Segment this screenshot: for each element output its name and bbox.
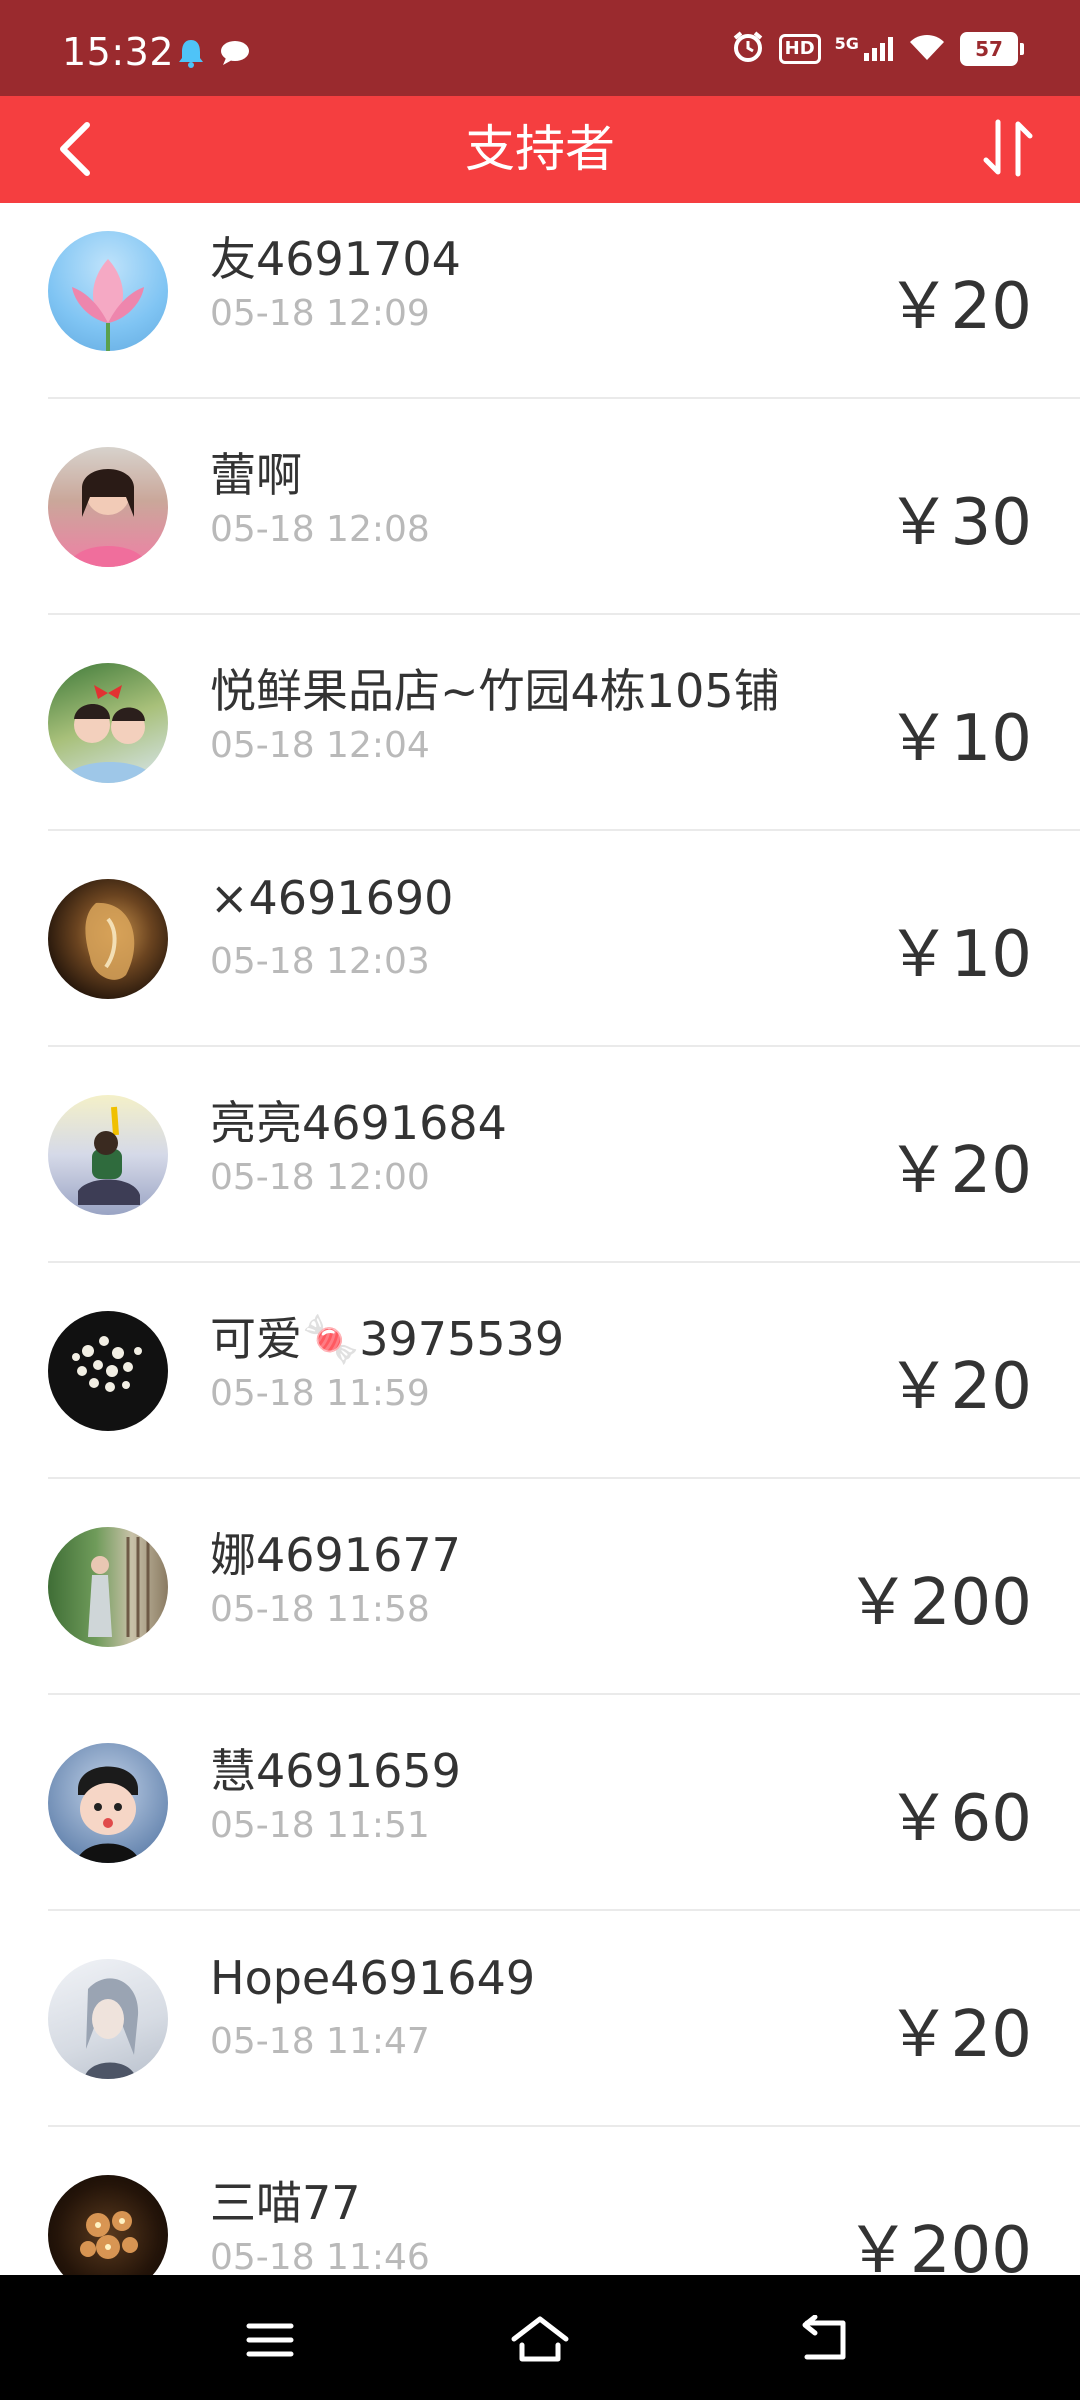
status-right-icons: HD 5G 57	[731, 30, 1024, 68]
notification-bell-icon	[178, 38, 204, 72]
supporter-row[interactable]: 友4691704 05-18 12:09 ￥20	[0, 203, 1080, 399]
supporter-amount: ￥20	[886, 1134, 1032, 1208]
signal-icon: 5G	[834, 34, 894, 63]
supporter-name: 慧4691659	[210, 1744, 461, 1798]
avatar	[48, 447, 168, 567]
supporter-amount: ￥20	[886, 1350, 1032, 1424]
supporter-list[interactable]: 友4691704 05-18 12:09 ￥20 蕾啊 05-18 12:08 …	[0, 203, 1080, 2275]
supporter-row[interactable]: Hope4691649 05-18 11:47 ￥20	[0, 1911, 1080, 2127]
supporter-time: 05-18 12:04	[210, 725, 430, 766]
back-icon	[802, 2315, 846, 2360]
avatar	[48, 663, 168, 783]
status-time: 15:32	[62, 30, 175, 74]
supporter-time: 05-18 11:47	[210, 2021, 430, 2062]
supporter-row[interactable]: 慧4691659 05-18 11:51 ￥60	[0, 1695, 1080, 1911]
sort-button[interactable]	[970, 110, 1046, 186]
avatar	[48, 2175, 168, 2275]
supporter-time: 05-18 11:51	[210, 1805, 430, 1846]
status-left-icons	[178, 38, 250, 72]
supporter-row[interactable]: 娜4691677 05-18 11:58 ￥200	[0, 1479, 1080, 1695]
supporter-row[interactable]: 悦鲜果品店~竹园4栋105铺 05-18 12:04 ￥10	[0, 615, 1080, 831]
supporter-row[interactable]: 可爱🍬3975539 05-18 11:59 ￥20	[0, 1263, 1080, 1479]
supporter-row[interactable]: 三喵77 05-18 11:46 ￥200	[0, 2127, 1080, 2275]
menu-button[interactable]	[230, 2305, 310, 2375]
supporter-name: 友4691704	[210, 232, 461, 286]
chat-bubble-icon	[220, 40, 250, 70]
supporter-row[interactable]: 蕾啊 05-18 12:08 ￥30	[0, 399, 1080, 615]
supporter-name: 悦鲜果品店~竹园4栋105铺	[210, 664, 780, 718]
system-nav-bar	[0, 2275, 1080, 2400]
supporter-time: 05-18 12:09	[210, 293, 430, 334]
supporter-name: 三喵77	[210, 2176, 361, 2230]
supporter-amount: ￥10	[886, 702, 1032, 776]
page-title: 支持者	[465, 120, 615, 178]
supporter-time: 05-18 11:59	[210, 1373, 430, 1414]
supporter-time: 05-18 11:46	[210, 2237, 430, 2275]
supporter-name: 亮亮4691684	[210, 1096, 507, 1150]
supporter-row[interactable]: ×4691690 05-18 12:03 ￥10	[0, 831, 1080, 1047]
supporter-name: ×4691690	[210, 871, 454, 925]
supporter-time: 05-18 12:03	[210, 941, 430, 982]
supporter-amount: ￥10	[886, 918, 1032, 992]
supporter-name: 可爱🍬3975539	[210, 1312, 565, 1366]
supporter-amount: ￥200	[845, 2214, 1032, 2275]
alarm-icon	[731, 30, 765, 68]
supporter-amount: ￥30	[886, 486, 1032, 560]
avatar	[48, 1959, 168, 2079]
supporter-time: 05-18 11:58	[210, 1589, 430, 1630]
supporter-row[interactable]: 亮亮4691684 05-18 12:00 ￥20	[0, 1047, 1080, 1263]
supporter-amount: ￥20	[886, 1998, 1032, 2072]
supporter-time: 05-18 12:08	[210, 509, 430, 550]
back-button[interactable]	[40, 114, 110, 184]
hd-icon: HD	[778, 34, 821, 64]
avatar	[48, 1743, 168, 1863]
supporter-name: 蕾啊	[210, 448, 302, 502]
header-bar: 支持者	[0, 96, 1080, 203]
supporter-time: 05-18 12:00	[210, 1157, 430, 1198]
supporter-name: Hope4691649	[210, 1951, 536, 2005]
chevron-left-icon	[60, 122, 90, 176]
supporter-amount: ￥20	[886, 270, 1032, 344]
sort-arrows-icon	[983, 119, 1033, 177]
status-bar: 15:32 HD 5G 57	[0, 0, 1080, 96]
supporter-amount: ￥200	[845, 1566, 1032, 1640]
battery-icon: 57	[960, 32, 1024, 66]
avatar	[48, 231, 168, 351]
wifi-icon	[908, 32, 946, 66]
avatar	[48, 1527, 168, 1647]
supporter-amount: ￥60	[886, 1782, 1032, 1856]
menu-icon	[246, 2323, 294, 2357]
avatar	[48, 879, 168, 999]
network-type: 5G	[834, 34, 859, 53]
back-nav-button[interactable]	[785, 2305, 865, 2375]
home-icon	[511, 2316, 569, 2362]
supporter-name: 娜4691677	[210, 1528, 461, 1582]
avatar	[48, 1311, 168, 1431]
home-button[interactable]	[500, 2305, 580, 2375]
avatar	[48, 1095, 168, 1215]
